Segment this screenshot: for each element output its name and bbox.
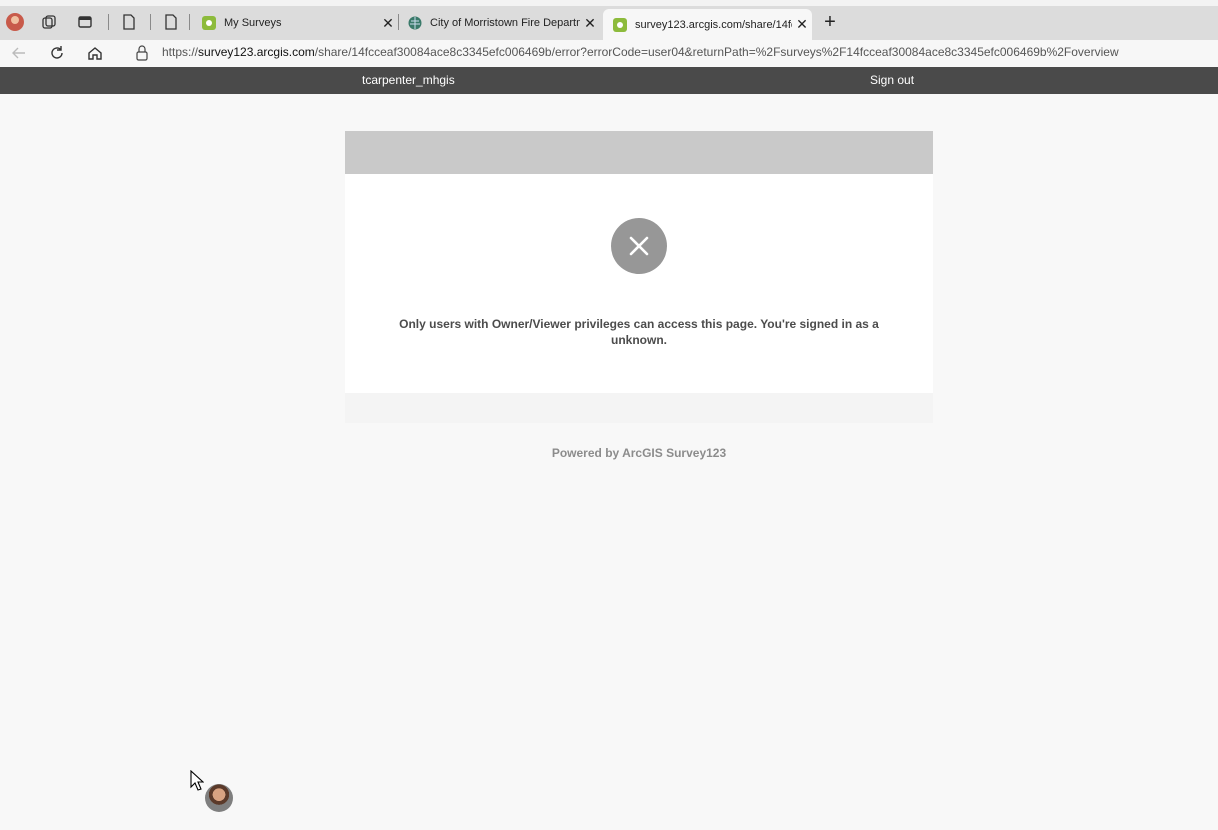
error-message: Only users with Owner/Viewer privileges … [399, 317, 879, 347]
page-icon[interactable] [158, 10, 184, 34]
survey123-icon [202, 16, 216, 30]
back-icon[interactable] [8, 42, 30, 64]
error-card-header [345, 131, 933, 174]
tab-actions-icon[interactable] [72, 10, 98, 34]
globe-icon [408, 16, 422, 30]
error-x-icon [611, 218, 667, 274]
powered-by-footer: Powered by ArcGIS Survey123 [551, 446, 727, 460]
error-card-shadow [345, 393, 933, 423]
sign-out-link[interactable]: Sign out [870, 73, 914, 87]
tab-my-surveys[interactable]: My Surveys ✕ [192, 9, 398, 37]
username-label[interactable]: tcarpenter_mhgis [362, 73, 455, 87]
url-field[interactable]: https://survey123.arcgis.com/share/14fcc… [162, 45, 1119, 59]
tab-title: survey123.arcgis.com/share/14fc [635, 18, 792, 31]
divider [150, 14, 151, 30]
address-bar: https://survey123.arcgis.com/share/14fcc… [0, 40, 1218, 66]
tab-title: City of Morristown Fire Departme [430, 17, 580, 29]
survey123-icon [613, 17, 627, 32]
divider [108, 14, 109, 30]
refresh-icon[interactable] [46, 42, 68, 64]
tab-title: My Surveys [224, 17, 282, 29]
page-icon[interactable] [116, 10, 142, 34]
floating-avatar[interactable] [205, 784, 233, 812]
url-scheme: https:// [162, 45, 199, 59]
new-tab-button[interactable]: + [818, 11, 842, 35]
survey123-header: tcarpenter_mhgis Sign out [0, 67, 1218, 94]
workspaces-icon[interactable] [36, 10, 62, 34]
close-tab-icon[interactable]: ✕ [378, 15, 398, 32]
divider [189, 14, 190, 30]
lock-icon[interactable] [134, 44, 150, 62]
close-tab-icon[interactable]: ✕ [792, 16, 812, 33]
tab-survey123-share[interactable]: survey123.arcgis.com/share/14fc ✕ [603, 9, 812, 40]
error-card [345, 174, 933, 393]
close-tab-icon[interactable]: ✕ [580, 15, 600, 32]
mouse-cursor-icon [190, 770, 204, 791]
url-host: survey123.arcgis.com [198, 45, 315, 59]
tab-morristown-fire[interactable]: City of Morristown Fire Departme ✕ [398, 9, 600, 37]
profile-avatar-icon[interactable] [2, 10, 28, 34]
url-path: /share/14fcceaf30084ace8c3345efc006469b/… [314, 45, 1119, 59]
home-icon[interactable] [84, 42, 106, 64]
browser-tab-strip: My Surveys ✕ City of Morristown Fire Dep… [0, 0, 1218, 40]
